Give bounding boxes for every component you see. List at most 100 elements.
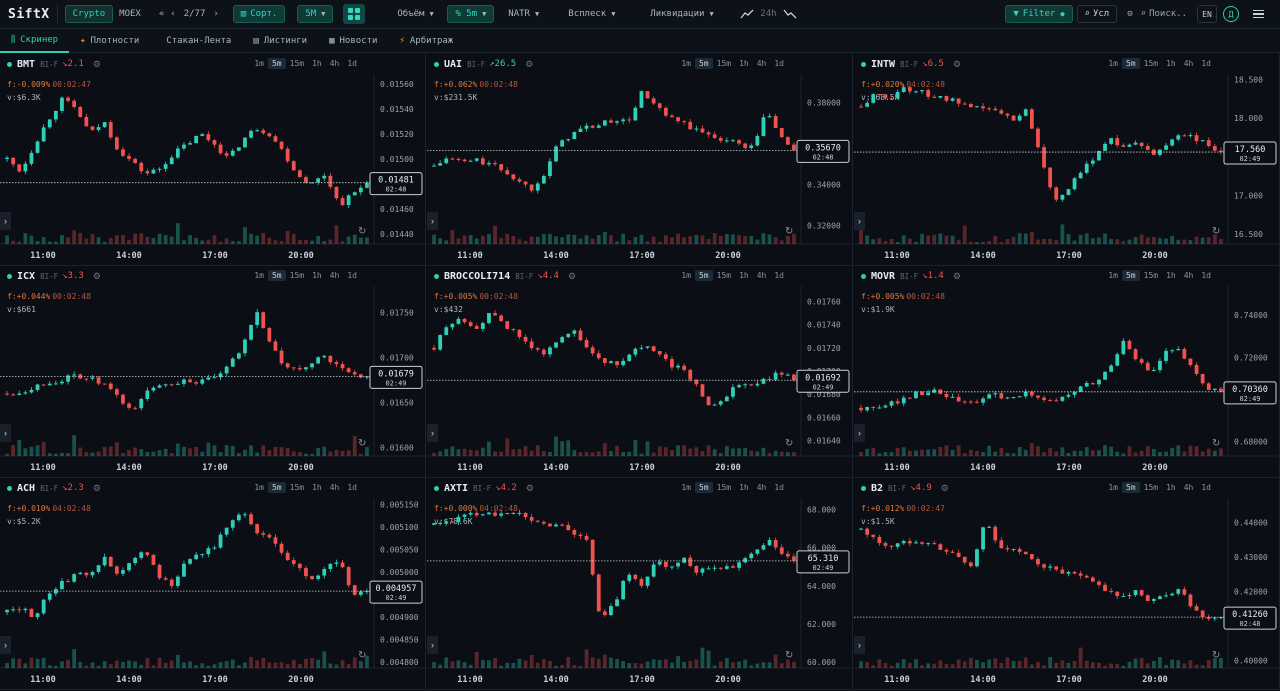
timeframe-1d[interactable]: 1d: [343, 482, 361, 493]
market-tab-moex[interactable]: MOEX: [113, 5, 147, 23]
timeframe-4h[interactable]: 4h: [753, 482, 771, 493]
price-chart[interactable]: 0.017600.017400.017200.017000.016800.016…: [427, 286, 853, 478]
timeframe-15m[interactable]: 15m: [286, 270, 308, 281]
price-chart[interactable]: 0.740000.720000.700000.6800011:0014:0017…: [854, 286, 1280, 478]
settings-icon[interactable]: ⚙: [1123, 5, 1136, 23]
timeframe-1m[interactable]: 1m: [1104, 270, 1122, 281]
symbol-name[interactable]: UAI: [444, 59, 462, 70]
timeframe-15m[interactable]: 15m: [713, 58, 735, 69]
tab-bolt[interactable]: ⚡ Арбитраж: [388, 29, 464, 53]
expand-arrow-icon[interactable]: ›: [427, 212, 438, 230]
timeframe-1m[interactable]: 1m: [677, 58, 695, 69]
gear-icon[interactable]: ⚙: [93, 483, 101, 494]
timeframe-1d[interactable]: 1d: [770, 482, 788, 493]
reset-zoom-icon[interactable]: ↻: [1212, 438, 1220, 449]
reset-zoom-icon[interactable]: ↻: [785, 650, 793, 661]
trend-down-icon[interactable]: [783, 8, 797, 20]
expand-arrow-icon[interactable]: ›: [0, 212, 11, 230]
symbol-name[interactable]: BMT: [17, 59, 35, 70]
reset-zoom-icon[interactable]: ↻: [1212, 226, 1220, 237]
reset-zoom-icon[interactable]: ↻: [785, 438, 793, 449]
tab-bars[interactable]: ⫼ Скринер: [0, 29, 70, 53]
reset-zoom-icon[interactable]: ↻: [358, 226, 366, 237]
timeframe-1m[interactable]: 1m: [250, 482, 268, 493]
timeframe-4h[interactable]: 4h: [326, 482, 344, 493]
expand-arrow-icon[interactable]: ›: [427, 424, 438, 442]
expand-arrow-icon[interactable]: ›: [854, 424, 865, 442]
price-chart[interactable]: 0.01750 0.01700 0.01650 0.01600 11:00 14:00 17…: [0, 286, 426, 478]
timeframe-1h[interactable]: 1h: [308, 270, 326, 281]
search-input[interactable]: ⌕ Поиск..: [1137, 5, 1191, 23]
symbol-name[interactable]: BROCCOLI714: [444, 271, 510, 282]
timeframe-1d[interactable]: 1d: [770, 270, 788, 281]
timeframe-4h[interactable]: 4h: [326, 270, 344, 281]
chart-panel-ach[interactable]: ACH BI-F ↘2.3 ⚙ 1m 5m 15m 1h 4h 1d f:+0.010% 0…: [0, 478, 426, 690]
timeframe-5m[interactable]: 5m: [694, 270, 713, 281]
gear-icon[interactable]: ⚙: [93, 59, 101, 70]
timeframe-5m[interactable]: 5m: [1121, 58, 1140, 69]
reset-zoom-icon[interactable]: ↻: [358, 650, 366, 661]
gear-icon[interactable]: ⚙: [526, 483, 534, 494]
timeframe-1h[interactable]: 1h: [735, 482, 753, 493]
timeframe-1h[interactable]: 1h: [1162, 58, 1180, 69]
timeframe-4h[interactable]: 4h: [753, 58, 771, 69]
expand-arrow-icon[interactable]: ›: [0, 636, 11, 654]
gear-icon[interactable]: ⚙: [953, 271, 961, 282]
market-tab-crypto[interactable]: Crypto: [64, 5, 114, 23]
avatar[interactable]: Д: [1223, 6, 1239, 22]
timeframe-1m[interactable]: 1m: [1104, 482, 1122, 493]
filter-button[interactable]: ▼ Filter ●: [1005, 5, 1073, 23]
chart-panel-broccoli714[interactable]: BROCCOLI714 BI-F ↘4.4 ⚙ 1m 5m 15m 1h 4h 1d f:…: [427, 266, 853, 478]
timeframe-1h[interactable]: 1h: [308, 58, 326, 69]
gear-icon[interactable]: ⚙: [941, 483, 949, 494]
gear-icon[interactable]: ⚙: [93, 271, 101, 282]
sort-button[interactable]: ▥ Сорт.: [232, 5, 286, 23]
interval-select[interactable]: 5M ▼: [297, 5, 334, 23]
timeframe-1m[interactable]: 1m: [677, 270, 695, 281]
price-chart[interactable]: 68.00066.00064.00062.00060.00011:00 14:00…: [427, 498, 853, 690]
timeframe-15m[interactable]: 15m: [713, 482, 735, 493]
chart-panel-icx[interactable]: ICX BI-F ↘3.3 ⚙ 1m 5m 15m 1h 4h 1d f:+0.044% 0…: [0, 266, 426, 478]
price-chart[interactable]: 18.50018.00017.50017.00016.50011:0014:00…: [854, 74, 1280, 266]
metric-volume[interactable]: Объём ▼: [391, 5, 441, 23]
timeframe-1d[interactable]: 1d: [1197, 58, 1215, 69]
menu-icon[interactable]: [1253, 9, 1264, 19]
metric-percent-5m[interactable]: % 5m ▼: [447, 5, 495, 23]
reset-zoom-icon[interactable]: ↻: [1212, 650, 1220, 661]
timeframe-1d[interactable]: 1d: [343, 58, 361, 69]
timeframe-5m[interactable]: 5m: [1121, 270, 1140, 281]
timeframe-5m[interactable]: 5m: [267, 58, 286, 69]
next-page-button[interactable]: ›: [209, 5, 222, 23]
language-button[interactable]: EN: [1197, 5, 1217, 23]
gear-icon[interactable]: ⚙: [953, 59, 961, 70]
conditions-button[interactable]: ⌕ Усл: [1076, 5, 1118, 23]
expand-arrow-icon[interactable]: ›: [854, 636, 865, 654]
chart-panel-movr[interactable]: MOVR BI-F ↘1.4 ⚙ 1m 5m 15m 1h 4h 1d f:+0.005%…: [854, 266, 1280, 478]
timeframe-1h[interactable]: 1h: [1162, 482, 1180, 493]
price-chart[interactable]: 0.440000.430000.420000.410000.4000011:00…: [854, 498, 1280, 690]
symbol-name[interactable]: ACH: [17, 483, 35, 494]
metric-natr[interactable]: NATR ▼: [502, 5, 558, 23]
gear-icon[interactable]: ⚙: [525, 59, 533, 70]
grid-layout-button[interactable]: [343, 4, 366, 24]
chart-panel-intw[interactable]: INTW BI-F ↘6.5 ⚙ 1m 5m 15m 1h 4h 1d f:+0.020%…: [854, 54, 1280, 266]
tab-flame[interactable]: ✦ Плотности: [69, 29, 150, 53]
timeframe-1d[interactable]: 1d: [343, 270, 361, 281]
tab-list[interactable]: ▤ Листинги: [242, 29, 318, 53]
timeframe-1d[interactable]: 1d: [770, 58, 788, 69]
timeframe-4h[interactable]: 4h: [1180, 482, 1198, 493]
timeframe-4h[interactable]: 4h: [753, 270, 771, 281]
timeframe-4h[interactable]: 4h: [1180, 58, 1198, 69]
tab-book[interactable]: Стакан-Лента: [150, 29, 242, 53]
symbol-name[interactable]: ICX: [17, 271, 35, 282]
timeframe-15m[interactable]: 15m: [286, 58, 308, 69]
trend-up-icon[interactable]: [740, 8, 754, 20]
timeframe-1m[interactable]: 1m: [677, 482, 695, 493]
tab-news[interactable]: ▦ Новости: [318, 29, 388, 53]
expand-arrow-icon[interactable]: ›: [427, 636, 438, 654]
timeframe-1h[interactable]: 1h: [1162, 270, 1180, 281]
timeframe-15m[interactable]: 15m: [1140, 270, 1162, 281]
timeframe-1h[interactable]: 1h: [735, 270, 753, 281]
metric-spike[interactable]: Всплеск ▼: [562, 5, 632, 23]
symbol-name[interactable]: AXTI: [444, 483, 468, 494]
